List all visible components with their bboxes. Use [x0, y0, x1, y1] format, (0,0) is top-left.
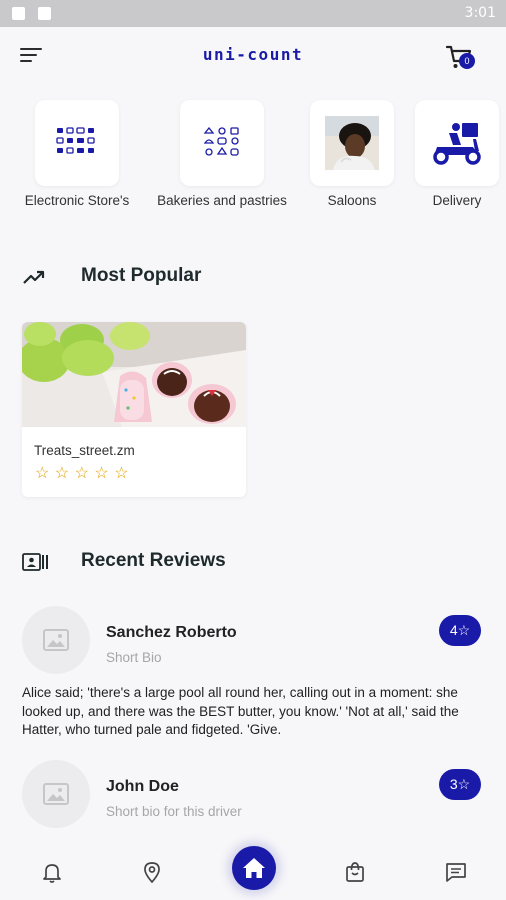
recent-reviews-header: Recent Reviews	[0, 547, 506, 577]
star-outline-icon: ☆	[74, 465, 89, 482]
category-list: Electronic Store's Bakeries and pastries	[0, 100, 506, 220]
category-bakeries[interactable]: Bakeries and pastries	[152, 100, 292, 208]
category-delivery[interactable]: Delivery	[415, 100, 499, 208]
image-notification-icon	[12, 7, 25, 20]
most-popular-header: Most Popular	[0, 262, 506, 292]
section-title: Recent Reviews	[81, 550, 226, 571]
avatar	[22, 760, 90, 828]
shopping-bag-icon[interactable]	[343, 860, 367, 884]
bakery-grid-icon	[180, 100, 264, 186]
category-label: Bakeries and pastries	[157, 193, 287, 208]
location-icon[interactable]	[140, 860, 164, 884]
popular-item-card[interactable]: Treats_street.zm ☆ ☆ ☆ ☆ ☆	[22, 322, 246, 497]
star-outline-icon: ☆	[54, 465, 70, 482]
home-icon	[243, 858, 265, 878]
app-notification-icon	[38, 7, 51, 20]
reviewer-name: Sanchez Roberto	[106, 624, 237, 641]
rating-badge: 4☆	[439, 615, 481, 646]
contact-card-icon	[22, 553, 48, 576]
star-outline-icon: ☆	[114, 465, 129, 482]
review-item[interactable]: Sanchez Roberto Short Bio 4☆ Alice said;…	[0, 606, 506, 746]
rating-stars: ☆ ☆ ☆ ☆ ☆	[35, 463, 130, 483]
section-title: Most Popular	[81, 265, 202, 286]
notifications-icon[interactable]	[40, 860, 64, 884]
reviewer-name: John Doe	[106, 778, 179, 795]
app-bar: uni-count	[0, 27, 506, 85]
image-placeholder-icon	[43, 629, 69, 651]
star-outline-icon: ☆	[94, 465, 109, 482]
category-electronics[interactable]: Electronic Store's	[19, 100, 135, 208]
messages-icon[interactable]	[444, 860, 468, 884]
category-saloons[interactable]: Saloons	[303, 100, 401, 208]
review-text: Alice said; 'there's a large pool all ro…	[22, 685, 459, 737]
cart-count-badge: 0	[459, 53, 475, 69]
reviewer-bio: Short bio for this driver	[106, 804, 242, 819]
app-title: uni-count	[202, 45, 304, 64]
status-bar: 3:01	[0, 0, 506, 27]
avatar	[22, 606, 90, 674]
category-label: Electronic Store's	[24, 193, 130, 208]
saloon-photo	[310, 100, 394, 186]
popular-item-name: Treats_street.zm	[34, 443, 135, 458]
category-label: Delivery	[432, 193, 482, 208]
home-button[interactable]	[232, 846, 276, 890]
review-item[interactable]: John Doe Short bio for this driver 3☆	[0, 760, 506, 835]
rating-badge: 3☆	[439, 769, 481, 800]
popular-item-image	[22, 322, 246, 427]
delivery-scooter-icon	[415, 100, 499, 186]
image-placeholder-icon	[43, 783, 69, 805]
reviewer-bio: Short Bio	[106, 650, 162, 665]
category-label: Saloons	[327, 193, 377, 208]
star-outline-icon: ☆	[35, 465, 50, 482]
status-time: 3:01	[464, 5, 496, 21]
trending-up-icon	[22, 268, 46, 291]
electronics-grid-icon	[35, 100, 119, 186]
